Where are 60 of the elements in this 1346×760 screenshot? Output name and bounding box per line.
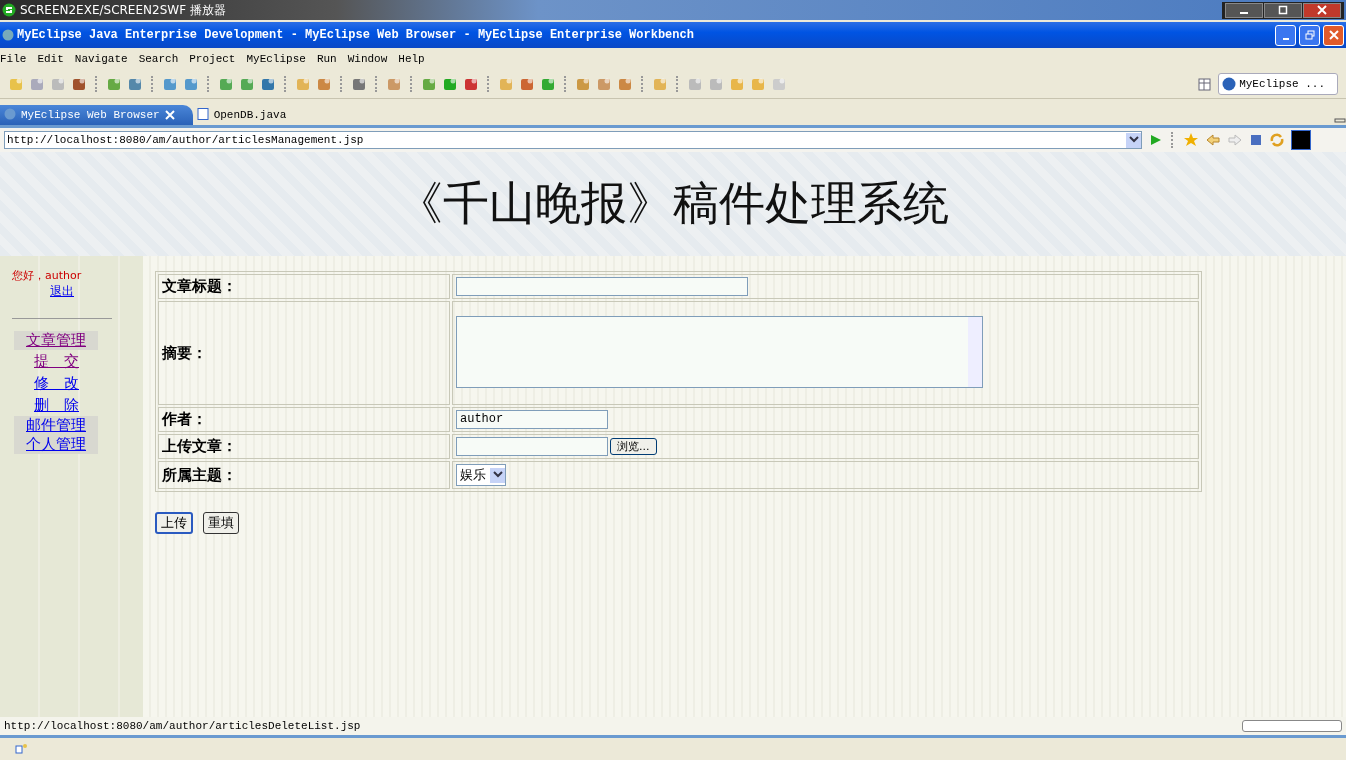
menu-item[interactable]: Help	[398, 53, 425, 65]
perspective-logo-icon	[1222, 77, 1237, 91]
menu-item[interactable]: File	[0, 53, 27, 65]
file-field[interactable]	[456, 437, 608, 456]
player-title: SCREEN2EXE/SCREEN2SWF 播放器	[20, 1, 226, 19]
browse-button[interactable]: 浏览...	[610, 438, 657, 455]
editor-tab[interactable]: OpenDB.java	[192, 105, 305, 125]
minimize-icon	[1282, 38, 1289, 40]
form-button[interactable]: 上传	[155, 512, 193, 534]
menu-item[interactable]: MyEclipse	[246, 53, 306, 65]
menu-item[interactable]: Window	[347, 53, 388, 65]
form-label: 文章标题：	[158, 274, 450, 299]
maximize-button[interactable]	[1264, 2, 1302, 18]
menu-item[interactable]: Edit	[37, 53, 64, 65]
status-text: http://localhost:8080/am/author/articlesDeleteList.jsp	[4, 720, 361, 732]
restore-button[interactable]	[1299, 24, 1320, 46]
form-label: 上传文章：	[158, 434, 450, 459]
form-label: 摘要：	[158, 301, 450, 405]
perspective-button[interactable]: MyEclipse ...	[1218, 73, 1338, 95]
minimize-button[interactable]	[1225, 2, 1263, 18]
menu-item[interactable]: Project	[189, 53, 236, 65]
close-icon[interactable]	[164, 110, 175, 120]
close-button[interactable]	[1303, 2, 1341, 18]
view-toggle-icon[interactable]	[1291, 130, 1311, 150]
fast-view-icon[interactable]	[14, 743, 28, 755]
minimize-icon	[1240, 12, 1248, 14]
window-title: MyEclipse Java Enterprise Development - MyEclipse Web Browser - MyEclipse Enterprise Workbench	[17, 28, 694, 42]
nav-link[interactable]: 文章管理	[14, 331, 98, 350]
go-icon[interactable]	[1148, 133, 1162, 147]
greeting-text: 您好，author	[12, 268, 82, 283]
star-icon[interactable]	[1183, 132, 1199, 148]
form-label: 所属主题：	[158, 461, 450, 489]
close-icon	[1317, 5, 1327, 15]
dropdown-icon	[490, 467, 505, 483]
open-perspective-icon[interactable]	[1197, 76, 1214, 92]
page-title: 《千山晚报》稿件处理系统	[397, 175, 949, 232]
logout-link[interactable]: 退出	[50, 283, 74, 300]
address-field[interactable]: http://localhost:8080/am/author/articlesManagement.jsp	[4, 131, 1142, 149]
restore-icon	[1304, 30, 1315, 40]
title-field[interactable]	[456, 277, 748, 296]
minimize-view-icon[interactable]	[1334, 117, 1346, 125]
topic-select[interactable]: 娱乐	[456, 464, 506, 486]
nav-link[interactable]: 提 交	[34, 350, 79, 372]
java-file-icon	[196, 107, 209, 120]
summary-textarea[interactable]	[456, 316, 983, 388]
nav-link[interactable]: 删 除	[34, 394, 79, 416]
nav-link[interactable]: 邮件管理	[14, 416, 98, 435]
dropdown-icon[interactable]	[1126, 132, 1141, 148]
menu-item[interactable]: Navigate	[74, 53, 128, 65]
close-icon	[1328, 30, 1339, 40]
menu-item[interactable]: Search	[138, 53, 179, 65]
form-button[interactable]: 重填	[203, 512, 239, 534]
editor-tab[interactable]: MyEclipse Web Browser	[0, 105, 193, 125]
maximize-icon	[1278, 5, 1288, 15]
author-field[interactable]: author	[456, 410, 608, 429]
nav-link[interactable]: 修 改	[34, 372, 79, 394]
menu-item[interactable]: Run	[316, 53, 337, 65]
app-logo-icon	[2, 3, 16, 17]
nav-link[interactable]: 个人管理	[14, 435, 98, 454]
form-label: 作者：	[158, 407, 450, 432]
